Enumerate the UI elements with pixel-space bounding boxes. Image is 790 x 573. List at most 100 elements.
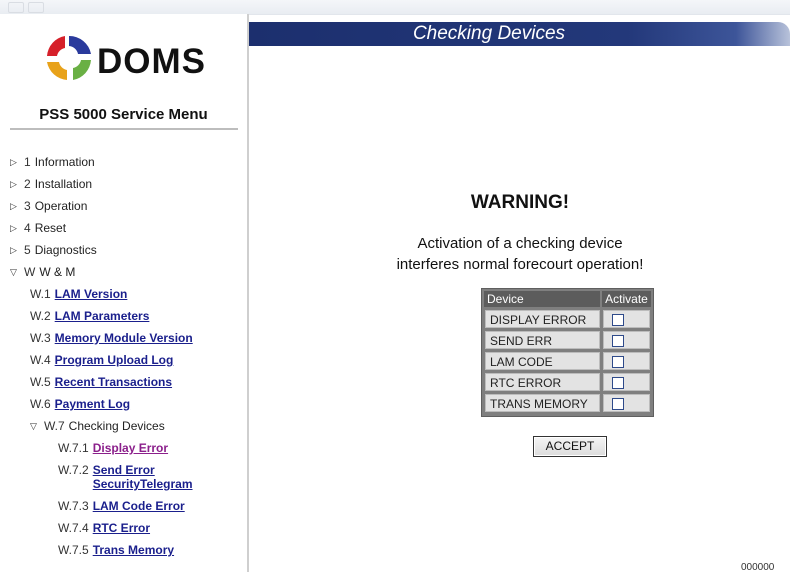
activate-column-header: Activate — [602, 291, 651, 307]
nav-item-num: W.5 — [30, 375, 51, 389]
nav-link-lam-code-error[interactable]: LAM Code Error — [93, 499, 185, 513]
nav-link-memory-module-version[interactable]: Memory Module Version — [55, 331, 193, 345]
activate-cell — [603, 352, 650, 370]
nav-item-num: W.7.4 — [58, 521, 89, 535]
warning-line-1: Activation of a checking device — [417, 235, 623, 252]
nav-item-information[interactable]: ▷ 1 Information — [10, 155, 95, 169]
nav-item-send-error-security-telegram: W.7.2 Send Error SecurityTelegram — [58, 463, 193, 491]
nav-item-display-error: W.7.1 Display Error — [58, 441, 168, 455]
logo-text: DOMS — [97, 42, 206, 81]
nav-item-payment-log: W.6 Payment Log — [30, 397, 130, 411]
table-row: SEND ERR SECTEL — [485, 331, 650, 366]
activate-cell — [603, 310, 650, 328]
figure-code: 000000 — [741, 562, 775, 573]
activate-checkbox-display-error[interactable] — [612, 314, 624, 326]
nav-item-num: W.7.2 — [58, 463, 89, 477]
nav-link-line-2: SecurityTelegram — [92, 477, 193, 491]
menu-title: PSS 5000 Service Menu — [39, 106, 208, 123]
activate-checkbox-lam-code-error[interactable] — [612, 356, 624, 368]
nav-item-num: 4 — [24, 221, 31, 235]
nav-link-program-upload-log[interactable]: Program Upload Log — [55, 353, 174, 367]
triangle-down-icon: ▽ — [30, 421, 37, 431]
nav-item-num: W.7.5 — [58, 543, 89, 557]
nav-link-lam-version[interactable]: LAM Version — [55, 287, 128, 301]
back-icon[interactable] — [8, 2, 24, 13]
activate-cell — [603, 373, 650, 391]
warning-title: WARNING! — [470, 192, 570, 213]
nav-item-num: 5 — [24, 243, 31, 257]
triangle-right-icon: ▷ — [10, 245, 17, 255]
nav-link-display-error[interactable]: Display Error — [93, 441, 168, 455]
nav-item-reset[interactable]: ▷ 4 Reset — [10, 221, 66, 235]
forward-icon[interactable] — [28, 2, 44, 13]
device-name: SEND ERR SECTEL — [485, 331, 600, 366]
triangle-right-icon: ▷ — [10, 223, 17, 233]
activate-checkbox-rtc-error[interactable] — [612, 377, 624, 389]
nav-item-recent-transactions: W.5 Recent Transactions — [30, 375, 172, 389]
nav-link-recent-transactions[interactable]: Recent Transactions — [55, 375, 172, 389]
warning-line-2: interferes normal forecourt operation! — [396, 256, 644, 273]
nav-item-label: Reset — [34, 221, 67, 235]
nav-link-payment-log[interactable]: Payment Log — [55, 397, 130, 411]
nav-item-trans-memory: W.7.5 Trans Memory — [58, 543, 174, 557]
device-name: LAM CODE ERROR — [485, 352, 600, 387]
device-name: TRANS MEMORY — [485, 394, 600, 412]
activate-checkbox-trans-memory[interactable] — [612, 398, 624, 410]
nav-item-num: 1 — [24, 155, 31, 169]
device-name: RTC ERROR — [485, 373, 600, 391]
triangle-right-icon: ▷ — [10, 179, 17, 189]
menu-divider — [10, 128, 238, 130]
nav-item-diagnostics[interactable]: ▷ 5 Diagnostics — [10, 243, 97, 257]
table-row: LAM CODE ERROR — [485, 352, 650, 387]
nav-item-lam-version: W.1 LAM Version — [30, 287, 127, 301]
nav-item-lam-parameters: W.2 LAM Parameters — [30, 309, 149, 323]
nav-item-num: W.7.1 — [58, 441, 89, 455]
activate-checkbox-send-err-sectel[interactable] — [612, 335, 624, 347]
table-row: DISPLAY ERROR — [485, 310, 650, 330]
nav-link-lam-parameters[interactable]: LAM Parameters — [55, 309, 150, 323]
nav-item-num: W.7.3 — [58, 499, 89, 513]
nav-item-checking-devices[interactable]: ▽ W.7 Checking Devices — [30, 419, 165, 433]
triangle-right-icon: ▷ — [10, 201, 17, 211]
nav-item-rtc-error: W.7.4 RTC Error — [58, 521, 150, 535]
warning-message: Activation of a checking device interfer… — [250, 233, 790, 275]
nav-link-send-error-security-telegram[interactable]: Send Error SecurityTelegram — [93, 463, 193, 491]
nav-item-num: W.6 — [30, 397, 51, 411]
nav-item-operation[interactable]: ▷ 3 Operation — [10, 199, 87, 213]
triangle-right-icon: ▷ — [10, 157, 17, 167]
doms-logo: DOMS — [45, 34, 215, 94]
nav-item-num: W.1 — [30, 287, 51, 301]
page-header-bar: Checking Devices — [249, 22, 790, 46]
nav-item-wm[interactable]: ▽ W W & M — [10, 265, 75, 279]
nav-item-num: W.2 — [30, 309, 51, 323]
device-name: DISPLAY ERROR — [485, 310, 600, 328]
nav-item-label: Information — [34, 155, 95, 169]
nav-link-trans-memory[interactable]: Trans Memory — [93, 543, 174, 557]
nav-item-num: 2 — [24, 177, 31, 191]
nav-item-installation[interactable]: ▷ 2 Installation — [10, 177, 92, 191]
device-table: Device Activate DISPLAY ERROR SEND ERR S… — [481, 288, 654, 417]
activate-cell — [603, 394, 650, 412]
sidebar: DOMS PSS 5000 Service Menu ▷ 1 Informati… — [0, 14, 249, 572]
nav-item-num: W — [24, 265, 36, 279]
nav-item-num: 3 — [24, 199, 31, 213]
doms-logo-icon — [47, 35, 91, 80]
nav-link-rtc-error[interactable]: RTC Error — [93, 521, 150, 535]
browser-chrome-strip — [0, 0, 790, 15]
table-row: RTC ERROR — [485, 373, 650, 393]
nav-item-label: Installation — [34, 177, 93, 191]
nav-item-memory-module-version: W.3 Memory Module Version — [30, 331, 193, 345]
accept-button[interactable]: ACCEPT — [533, 436, 607, 457]
nav-item-num: W.7 — [44, 419, 65, 433]
nav-item-label: Checking Devices — [68, 419, 165, 433]
triangle-down-icon: ▽ — [10, 267, 17, 277]
nav-item-label: Diagnostics — [34, 243, 97, 257]
nav-item-label: Operation — [34, 199, 88, 213]
nav-item-program-upload-log: W.4 Program Upload Log — [30, 353, 173, 367]
page-title: Checking Devices — [412, 23, 566, 44]
nav-item-num: W.4 — [30, 353, 51, 367]
nav-item-lam-code-error: W.7.3 LAM Code Error — [58, 499, 185, 513]
table-row: TRANS MEMORY — [485, 394, 650, 414]
activate-cell — [603, 331, 650, 349]
nav-item-label: W & M — [39, 265, 76, 279]
